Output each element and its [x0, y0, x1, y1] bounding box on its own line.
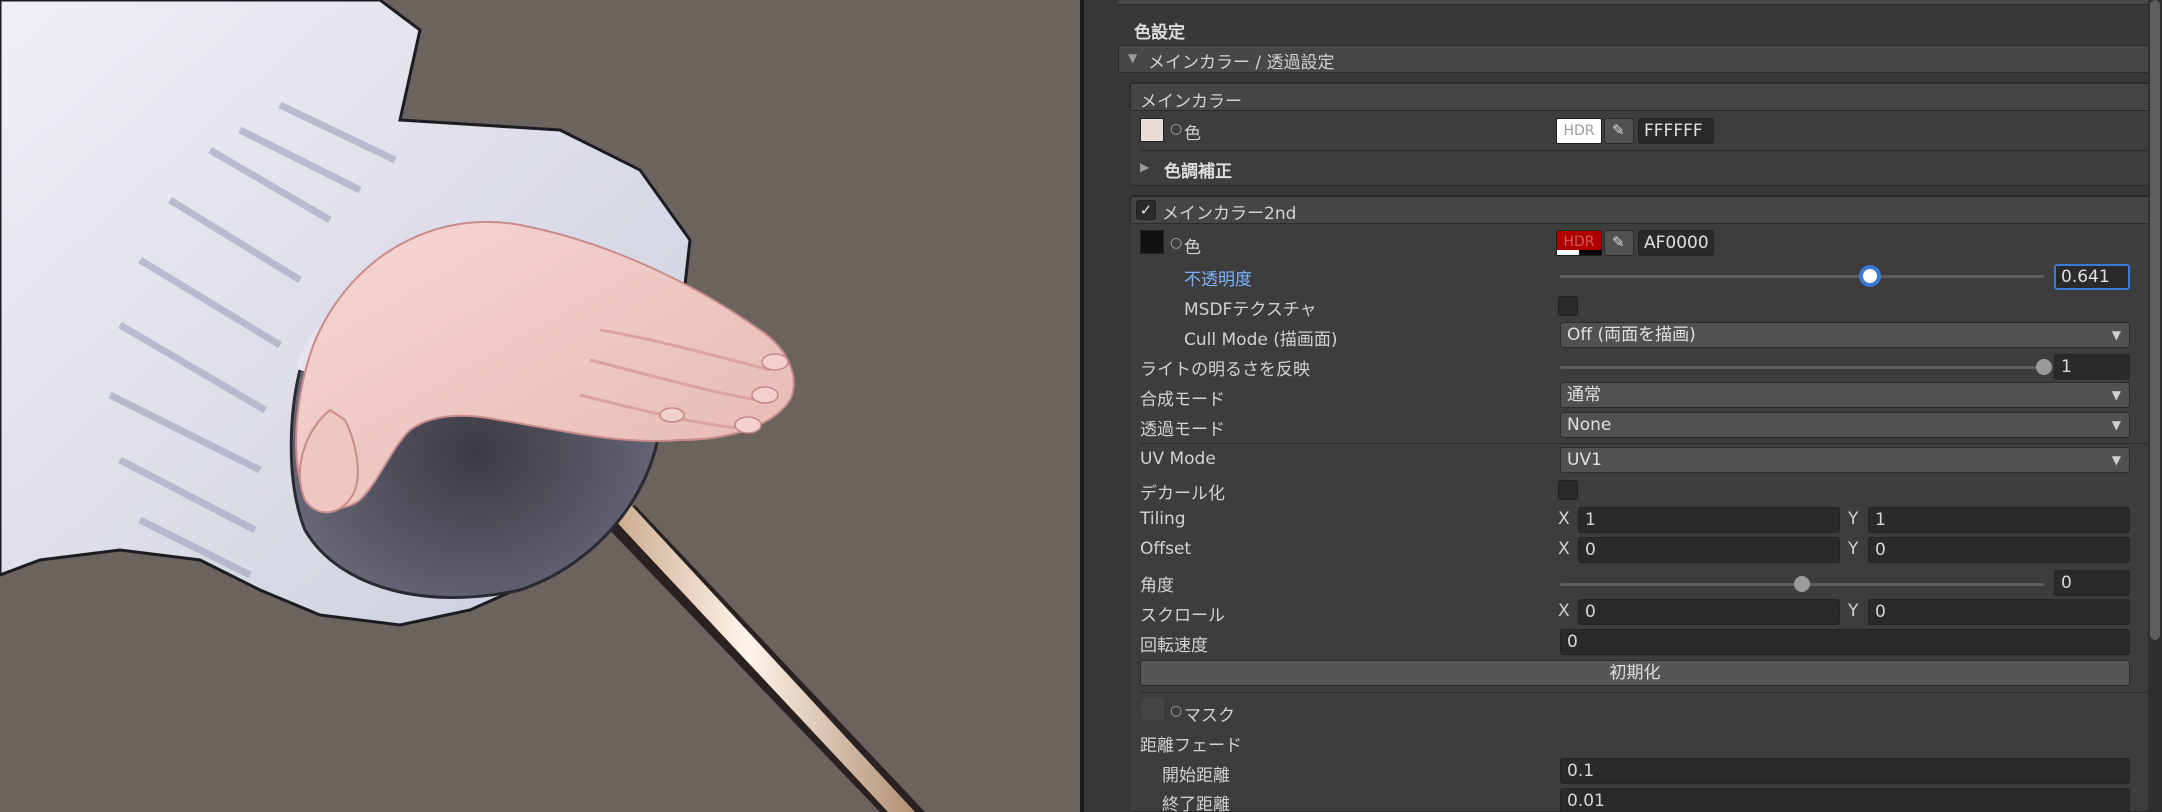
dropdown-arrow-icon: ▼	[2111, 418, 2121, 432]
material-inspector: 色設定 ▼ メインカラー / 透過設定 ⚙ メインカラー ⚙ ○ 色 HDR ✎…	[1084, 0, 2162, 812]
fade-end-field[interactable]: 0.01	[1560, 788, 2130, 812]
foldout-open-icon[interactable]: ▼	[1128, 51, 1137, 65]
fade-end-label: 終了距離	[1162, 795, 1230, 812]
alpha-bar-black	[1579, 250, 1601, 255]
texture-thumbnail[interactable]	[1140, 118, 1164, 142]
scene-viewport[interactable]	[0, 0, 1080, 812]
scroll-label: スクロール	[1140, 606, 1225, 626]
uv-mode-value: UV1	[1567, 450, 1602, 470]
tiling-x-field[interactable]: 1	[1578, 507, 1840, 533]
scroll-x-field[interactable]: 0	[1578, 599, 1840, 625]
tiling-x-axis-label: X	[1558, 509, 1570, 529]
color-swatch-hdr[interactable]: HDR	[1556, 118, 1602, 144]
fade-start-label: 開始距離	[1162, 766, 1230, 786]
separator	[1140, 443, 2162, 444]
distance-fade-label: 距離フェード	[1140, 736, 1242, 756]
main-color-2nd-title: メインカラー2nd	[1162, 204, 1297, 224]
offset-y-axis-label: Y	[1848, 539, 1859, 559]
blend-mode-value: 通常	[1567, 385, 1601, 405]
section-title: 色設定	[1134, 23, 1185, 43]
scene-render	[0, 0, 925, 812]
cull-mode-dropdown[interactable]: Off (両面を描画) ▼	[1560, 322, 2130, 348]
texture-thumbnail[interactable]	[1140, 230, 1164, 254]
scroll-x-axis-label: X	[1558, 601, 1570, 621]
main-color-transparency-title: メインカラー / 透過設定	[1148, 53, 1335, 73]
alpha-bar-white	[1557, 250, 1579, 255]
separator	[1140, 150, 2162, 151]
dropdown-arrow-icon: ▼	[2111, 388, 2121, 402]
light-brightness-slider-track[interactable]	[1560, 366, 2044, 369]
scrollbar-thumb[interactable]	[2150, 0, 2160, 640]
uv-mode-label: UV Mode	[1140, 449, 1216, 469]
previous-section-bar	[1118, 0, 2162, 5]
main-color-title: メインカラー	[1140, 92, 1242, 112]
separator	[1140, 692, 2162, 693]
offset-x-field[interactable]: 0	[1578, 537, 1840, 563]
tiling-label: Tiling	[1140, 509, 1186, 529]
angle-value-field[interactable]: 0	[2054, 570, 2130, 596]
fade-start-field[interactable]: 0.1	[1560, 758, 2130, 784]
dropdown-arrow-icon: ▼	[2111, 328, 2121, 342]
opacity-value-field[interactable]: 0.641	[2054, 264, 2130, 290]
uv-mode-dropdown[interactable]: UV1 ▼	[1560, 447, 2130, 473]
offset-label: Offset	[1140, 539, 1192, 559]
ring-icon: ○	[1170, 703, 1183, 719]
light-brightness-slider-handle[interactable]	[2036, 359, 2052, 375]
eyedropper-icon: ✎	[1612, 121, 1625, 139]
main-color-label: 色	[1184, 124, 1201, 144]
opacity-slider-track[interactable]	[1560, 275, 2044, 278]
alpha-mode-label: 透過モード	[1140, 420, 1225, 440]
alpha-mode-dropdown[interactable]: None ▼	[1560, 412, 2130, 438]
dropdown-arrow-icon: ▼	[2111, 453, 2121, 467]
main-color-hex-field[interactable]: FFFFFF	[1638, 118, 1714, 144]
cull-mode-value: Off (両面を描画)	[1567, 325, 1696, 345]
main-color-2nd-toggle[interactable]: ✓	[1136, 200, 1156, 220]
main-color-2nd-box	[1129, 195, 2162, 812]
eyedropper-button[interactable]: ✎	[1604, 118, 1634, 144]
blend-mode-label: 合成モード	[1140, 390, 1225, 410]
tiling-y-field[interactable]: 1	[1868, 507, 2130, 533]
eyedropper-button[interactable]: ✎	[1604, 230, 1634, 256]
offset-x-axis-label: X	[1558, 539, 1570, 559]
inspector-scrollbar[interactable]	[2148, 0, 2162, 812]
color-2nd-hex-field[interactable]: AF0000	[1638, 230, 1714, 256]
reset-button[interactable]: 初期化	[1140, 660, 2130, 686]
alpha-mode-value: None	[1567, 415, 1612, 435]
rotation-speed-field[interactable]: 0	[1560, 629, 2130, 655]
opacity-label: 不透明度	[1184, 270, 1252, 290]
tiling-y-axis-label: Y	[1848, 509, 1859, 529]
color-2nd-label: 色	[1184, 238, 1201, 258]
mask-label: マスク	[1184, 706, 1235, 726]
blend-mode-dropdown[interactable]: 通常 ▼	[1560, 382, 2130, 408]
angle-slider-handle[interactable]	[1794, 576, 1810, 592]
scroll-y-axis-label: Y	[1848, 601, 1859, 621]
tone-correction-foldout[interactable]: 色調補正	[1164, 157, 1232, 182]
msdf-label: MSDFテクスチャ	[1184, 300, 1317, 320]
light-brightness-label: ライトの明るさを反映	[1140, 360, 1310, 380]
cull-mode-label: Cull Mode (描画面)	[1184, 330, 1338, 350]
decal-label: デカール化	[1140, 484, 1225, 504]
scroll-y-field[interactable]: 0	[1868, 599, 2130, 625]
angle-label: 角度	[1140, 576, 1174, 596]
decal-checkbox[interactable]	[1558, 480, 1578, 500]
rotation-speed-label: 回転速度	[1140, 636, 1208, 656]
mask-texture-thumbnail[interactable]	[1142, 698, 1164, 720]
light-brightness-value-field[interactable]: 1	[2054, 354, 2130, 380]
ring-icon: ○	[1170, 235, 1183, 251]
ring-icon: ○	[1170, 121, 1183, 137]
offset-y-field[interactable]: 0	[1868, 537, 2130, 563]
main-color-header	[1130, 83, 2162, 111]
foldout-closed-icon[interactable]: ▶	[1140, 160, 1149, 174]
eyedropper-icon: ✎	[1612, 233, 1625, 251]
msdf-checkbox[interactable]	[1558, 296, 1578, 316]
